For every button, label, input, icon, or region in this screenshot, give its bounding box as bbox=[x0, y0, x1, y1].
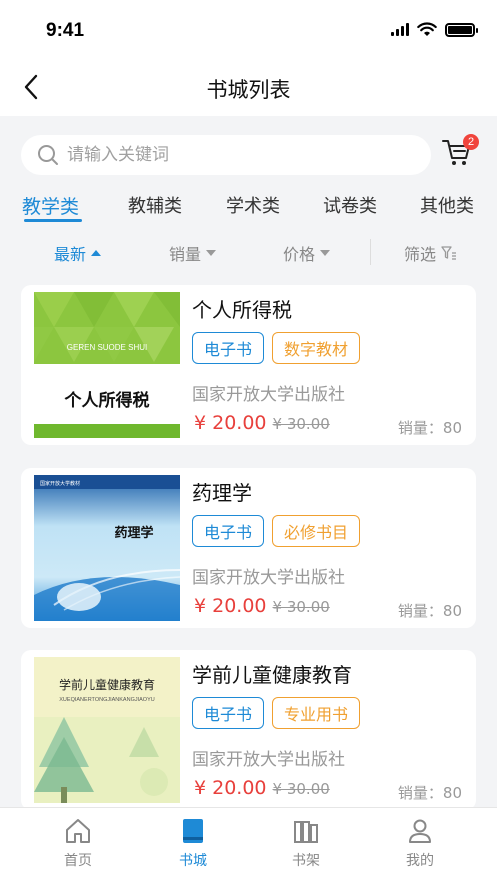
tab-profile-label: 我的 bbox=[406, 853, 434, 869]
book-cover: 学前儿童健康教育 XUEQIANERTONGJIANKANGJIAOYU bbox=[34, 657, 180, 803]
book-icon bbox=[183, 819, 203, 843]
sort-down-icon bbox=[320, 250, 331, 256]
tab-home[interactable]: 首页 bbox=[38, 816, 118, 870]
cover-subtitle: XUEQIANERTONGJIANKANGJIAOYU bbox=[59, 697, 154, 703]
book-price: ¥ 20.00 bbox=[194, 777, 267, 799]
book-tags: 电子书 专业用书 bbox=[192, 697, 361, 729]
book-card[interactable]: GEREN SUODE SHUI 个人所得税 个人所得税 电子书 数字教材 国家… bbox=[21, 285, 476, 445]
book-tags: 电子书 必修书目 bbox=[192, 515, 361, 547]
active-tab-indicator bbox=[24, 219, 82, 222]
cart-badge: 2 bbox=[463, 134, 479, 150]
tag-ebook: 电子书 bbox=[192, 515, 265, 547]
bottom-tab-bar: 首页 书城 书架 我的 bbox=[0, 807, 497, 883]
book-price: ¥ 20.00 bbox=[194, 595, 267, 617]
tab-bookstore[interactable]: 书城 bbox=[153, 816, 233, 870]
sort-price[interactable]: 价格 bbox=[283, 241, 331, 265]
tab-home-label: 首页 bbox=[64, 853, 92, 869]
filter-icon bbox=[441, 246, 457, 260]
cover-title: 学前儿童健康教育 bbox=[59, 677, 155, 692]
cover-subtitle: GEREN SUODE SHUI bbox=[67, 343, 147, 352]
cover-subtitle: 国家开放大学教材 bbox=[40, 480, 80, 487]
sort-up-icon bbox=[91, 250, 102, 256]
status-icons bbox=[391, 22, 478, 37]
search-icon bbox=[38, 145, 58, 165]
tag-category: 数字教材 bbox=[272, 332, 361, 364]
user-icon bbox=[409, 819, 431, 843]
tag-category: 必修书目 bbox=[272, 515, 361, 547]
cover-title: 个人所得税 bbox=[64, 390, 150, 411]
book-cover: 国家开放大学教材 药理学 bbox=[34, 475, 180, 621]
category-tabs: 教学类 教辅类 学术类 试卷类 其他类 bbox=[0, 186, 497, 232]
book-tags: 电子书 数字教材 bbox=[192, 332, 361, 364]
filter-button[interactable]: 筛选 bbox=[404, 241, 457, 265]
filter-label: 筛选 bbox=[404, 245, 437, 264]
book-price: ¥ 20.00 bbox=[194, 412, 267, 434]
tab-bookshelf[interactable]: 书架 bbox=[266, 816, 346, 870]
page-title: 书城列表 bbox=[206, 78, 291, 102]
cart-button[interactable]: 2 bbox=[441, 134, 479, 172]
book-title: 药理学 bbox=[192, 481, 252, 505]
tab-exam[interactable]: 试卷类 bbox=[323, 192, 377, 218]
search-box[interactable] bbox=[21, 135, 431, 175]
book-sales: 销量：80 bbox=[397, 784, 462, 802]
search-input[interactable] bbox=[67, 145, 387, 165]
book-original-price: ¥ 30.00 bbox=[272, 598, 330, 616]
price-row: ¥ 20.00 ¥ 30.00 bbox=[194, 777, 330, 799]
book-card[interactable]: 学前儿童健康教育 XUEQIANERTONGJIANKANGJIAOYU 学前儿… bbox=[21, 650, 476, 810]
wifi-icon bbox=[417, 22, 437, 36]
sort-row: 最新 销量 价格 筛选 bbox=[0, 232, 497, 276]
book-publisher: 国家开放大学出版社 bbox=[192, 568, 345, 588]
sort-sales[interactable]: 销量 bbox=[169, 241, 217, 265]
sort-newest-label: 最新 bbox=[54, 245, 87, 264]
cover-title: 药理学 bbox=[114, 525, 153, 541]
book-card[interactable]: 国家开放大学教材 药理学 药理学 电子书 必修书目 国家开放大学出版社 ¥ 20… bbox=[21, 468, 476, 628]
sort-sales-label: 销量 bbox=[169, 245, 202, 264]
tab-teaching[interactable]: 教学类 bbox=[22, 192, 79, 219]
sort-price-label: 价格 bbox=[283, 245, 316, 264]
sort-newest[interactable]: 最新 bbox=[54, 241, 102, 265]
signal-icon bbox=[391, 23, 409, 36]
tab-bookshelf-label: 书架 bbox=[292, 853, 320, 869]
book-publisher: 国家开放大学出版社 bbox=[192, 385, 345, 405]
tab-bookstore-label: 书城 bbox=[179, 853, 207, 869]
price-row: ¥ 20.00 ¥ 30.00 bbox=[194, 412, 330, 434]
tab-academic[interactable]: 学术类 bbox=[226, 192, 280, 218]
status-bar: 9:41 bbox=[0, 0, 497, 60]
book-cover: GEREN SUODE SHUI 个人所得税 bbox=[34, 292, 180, 438]
bookshelf-icon bbox=[294, 821, 318, 843]
tag-ebook: 电子书 bbox=[192, 332, 265, 364]
tab-profile[interactable]: 我的 bbox=[380, 816, 460, 870]
book-sales: 销量：80 bbox=[397, 419, 462, 437]
price-row: ¥ 20.00 ¥ 30.00 bbox=[194, 595, 330, 617]
tag-category: 专业用书 bbox=[272, 697, 361, 729]
nav-bar: 书城列表 bbox=[0, 60, 497, 116]
battery-icon bbox=[445, 22, 478, 37]
book-title: 个人所得税 bbox=[192, 298, 292, 322]
home-icon bbox=[66, 819, 90, 843]
search-row: 2 bbox=[0, 116, 497, 186]
book-original-price: ¥ 30.00 bbox=[272, 780, 330, 798]
book-publisher: 国家开放大学出版社 bbox=[192, 750, 345, 770]
book-original-price: ¥ 30.00 bbox=[272, 415, 330, 433]
status-time: 9:41 bbox=[46, 20, 85, 41]
sort-down-icon bbox=[206, 250, 217, 256]
divider bbox=[370, 239, 371, 265]
book-sales: 销量：80 bbox=[397, 602, 462, 620]
tab-other[interactable]: 其他类 bbox=[420, 192, 474, 218]
tag-ebook: 电子书 bbox=[192, 697, 265, 729]
book-title: 学前儿童健康教育 bbox=[192, 663, 352, 687]
tab-supplementary[interactable]: 教辅类 bbox=[128, 192, 182, 218]
